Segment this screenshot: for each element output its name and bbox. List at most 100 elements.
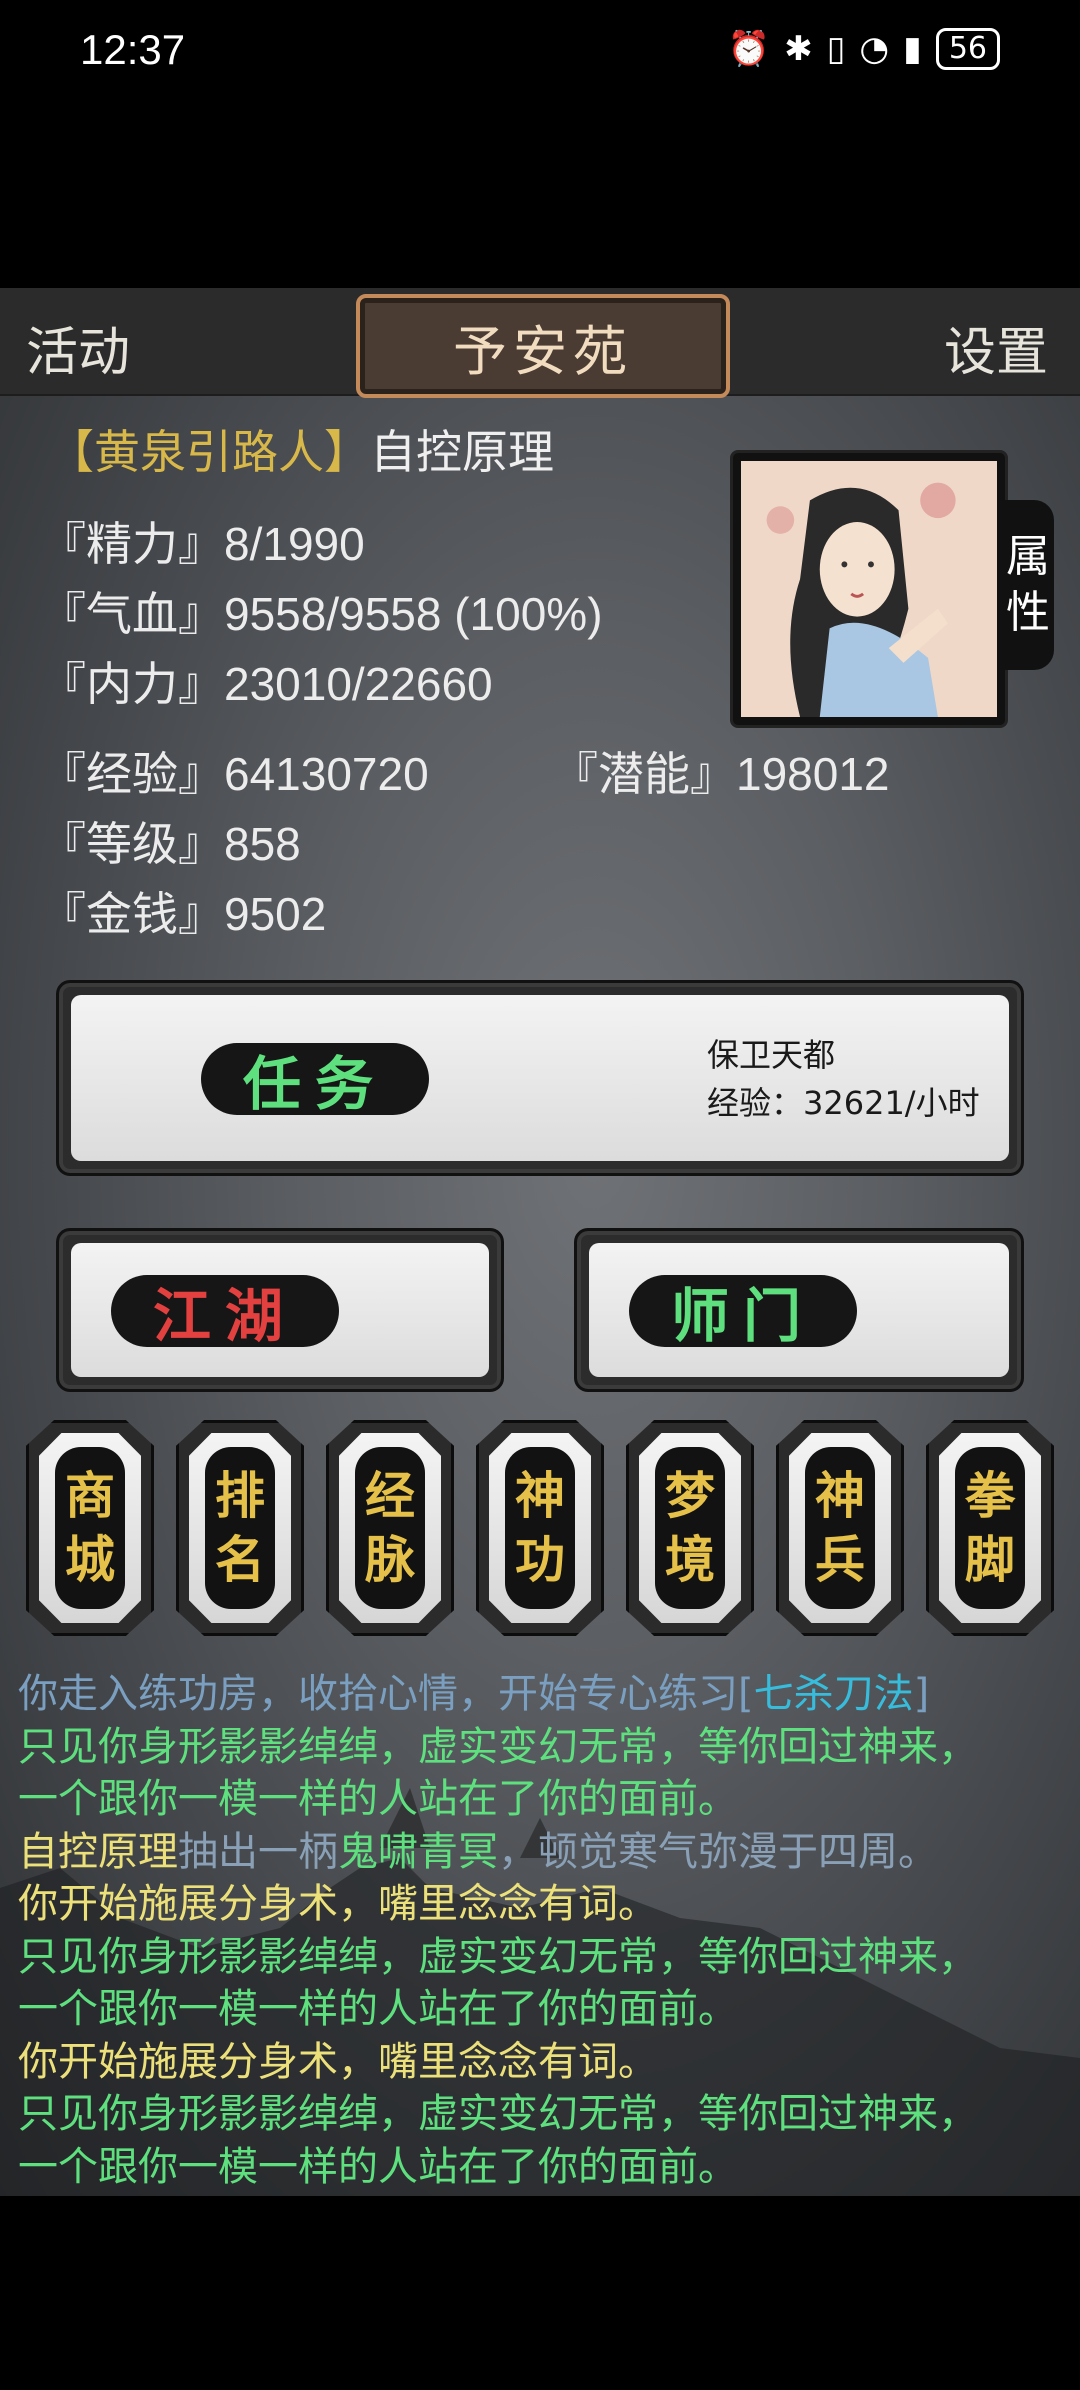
- top-bar: 活动 予安苑 设置: [0, 288, 1080, 398]
- stat-neili: 『内力』23010/22660: [40, 648, 493, 714]
- log-line: 一个跟你一模一样的人站在了你的面前。: [18, 1986, 738, 2032]
- token-char: 商: [65, 1466, 115, 1525]
- token-label: 经脉: [355, 1447, 425, 1609]
- battery-icon: 56: [935, 28, 1000, 70]
- token-fist-button[interactable]: 拳脚: [926, 1420, 1054, 1636]
- stat-label: 『金钱』: [40, 887, 224, 941]
- log-line: 一个跟你一模一样的人站在了你的面前。: [18, 2143, 738, 2190]
- log-line: 只见你身形影影绰绰，虚实变幻无常，等你回过神来，: [18, 1723, 978, 1770]
- token-label: 梦境: [655, 1447, 725, 1609]
- shimen-button[interactable]: 师门: [574, 1228, 1024, 1392]
- token-char: 兵: [815, 1530, 865, 1589]
- wifi-icon: ◔: [859, 29, 890, 69]
- log-player-name: 自控原理: [18, 1828, 178, 1875]
- token-char: 脚: [965, 1530, 1015, 1589]
- shimen-label: 师门: [629, 1275, 857, 1350]
- bluetooth-icon: ✱: [784, 29, 813, 69]
- token-char: 脉: [365, 1530, 415, 1589]
- log-line: 你走入练功房，收拾心情，开始专心练习[七杀刀法]: [18, 1668, 1068, 1721]
- stat-qianneng: 『潜能』198012: [552, 738, 890, 804]
- stat-value: 858: [224, 818, 301, 870]
- title-plate: 予安苑: [356, 294, 730, 398]
- jianghu-button[interactable]: 江湖: [56, 1228, 504, 1392]
- game-screen: 活动 予安苑 设置 【黄泉引路人】自控原理 『精力』8/1990 『气血』955…: [0, 288, 1080, 2196]
- stat-jingyan: 『经验』64130720: [40, 738, 429, 804]
- activity-button[interactable]: 活动: [26, 310, 130, 385]
- token-shop-button[interactable]: 商城: [26, 1420, 154, 1636]
- token-label: 排名: [205, 1447, 275, 1609]
- task-button[interactable]: 任务 保卫天都 经验：32621/小时: [56, 980, 1024, 1176]
- stat-label: 『内力』: [40, 657, 224, 711]
- stat-label: 『气血』: [40, 587, 224, 641]
- token-char: 梦: [665, 1466, 715, 1525]
- stat-qixue: 『气血』9558/9558 (100%): [40, 578, 603, 644]
- task-label: 任务: [201, 1043, 429, 1118]
- token-char: 城: [65, 1530, 115, 1589]
- character-title-tag: 【黄泉引路人】: [48, 425, 370, 479]
- task-exp-rate: 经验：32621/小时: [707, 1084, 980, 1122]
- log-line: 只见你身形影影绰绰，虚实变幻无常，等你回过神来，: [18, 2091, 978, 2137]
- stat-label: 『经验』: [40, 747, 224, 801]
- log-text: ，顿觉寒气弥漫于四周。: [498, 1828, 938, 1875]
- token-char: 名: [215, 1530, 265, 1589]
- log-line: 你开始施展分身术，嘴里念念有词。: [18, 2038, 658, 2085]
- page-title: 予安苑: [453, 319, 633, 383]
- alarm-icon: ⏰: [727, 29, 771, 69]
- stat-value: 8/1990: [224, 518, 365, 570]
- settings-button[interactable]: 设置: [944, 310, 1048, 385]
- token-char: 排: [215, 1466, 265, 1525]
- task-info: 保卫天都 经验：32621/小时: [707, 1031, 980, 1127]
- stat-label: 『精力』: [40, 517, 224, 571]
- token-char: 经: [365, 1466, 415, 1525]
- log-weapon-name: 鬼啸青冥: [338, 1828, 498, 1875]
- token-dreamland-button[interactable]: 梦境: [626, 1420, 754, 1636]
- log-text: 你走入练功房，收拾心情，开始专心练习[: [18, 1671, 754, 1717]
- stat-label: 『潜能』: [552, 747, 736, 801]
- log-line: 一个跟你一模一样的人站在了你的面前。: [18, 1776, 738, 1822]
- attributes-tab-char: 性: [1006, 587, 1050, 638]
- portrait-illustration: [741, 461, 997, 717]
- signal-icon: ▮: [903, 29, 922, 69]
- stat-value: 9502: [224, 888, 327, 940]
- log-text: ]: [913, 1671, 930, 1717]
- token-char: 神: [515, 1466, 565, 1525]
- token-char: 功: [515, 1530, 565, 1589]
- token-label: 神兵: [805, 1447, 875, 1609]
- token-label: 拳脚: [955, 1447, 1025, 1609]
- stat-jinqian: 『金钱』9502: [40, 878, 326, 944]
- log-skill-name: 七杀刀法: [753, 1671, 914, 1717]
- log-line: 自控原理抽出一柄鬼啸青冥，顿觉寒气弥漫于四周。: [18, 1826, 1068, 1879]
- token-char: 拳: [965, 1466, 1015, 1525]
- character-name-line: 【黄泉引路人】自控原理: [48, 416, 554, 482]
- status-bar: 12:37 ⏰ ✱ ▯ ◔ ▮ 56: [0, 0, 1080, 110]
- stat-dengji: 『等级』858: [40, 808, 301, 874]
- stat-label: 『等级』: [40, 817, 224, 871]
- token-label: 神功: [505, 1447, 575, 1609]
- status-time: 12:37: [80, 26, 186, 73]
- token-meridians-button[interactable]: 经脉: [326, 1420, 454, 1636]
- token-char: 神: [815, 1466, 865, 1525]
- jianghu-label: 江湖: [111, 1275, 339, 1350]
- status-icons: ⏰ ✱ ▯ ◔ ▮ 56: [728, 28, 1000, 70]
- token-divine-weapon-button[interactable]: 神兵: [776, 1420, 904, 1636]
- attributes-tab[interactable]: 属 性: [1002, 500, 1054, 670]
- task-name: 保卫天都: [707, 1036, 836, 1074]
- stat-value: 64130720: [224, 748, 429, 800]
- message-log: 你走入练功房，收拾心情，开始专心练习[七杀刀法] 只见你身形影影绰绰，虚实变幻无…: [18, 1668, 1068, 2193]
- character-name: 自控原理: [370, 425, 554, 479]
- log-text: 抽出一柄: [178, 1828, 338, 1875]
- log-line: 你开始施展分身术，嘴里念念有词。: [18, 1881, 658, 1927]
- token-ranking-button[interactable]: 排名: [176, 1420, 304, 1636]
- log-line: 只见你身形影影绰绰，虚实变幻无常，等你回过神来，: [18, 1933, 978, 1980]
- stat-value: 198012: [736, 748, 890, 800]
- character-portrait[interactable]: [730, 450, 1008, 728]
- token-char: 境: [665, 1530, 715, 1589]
- token-divine-skill-button[interactable]: 神功: [476, 1420, 604, 1636]
- attributes-tab-char: 属: [1006, 531, 1050, 582]
- vibrate-icon: ▯: [826, 29, 846, 69]
- stat-value: 9558/9558 (100%): [224, 588, 603, 640]
- portrait-image: [741, 461, 997, 717]
- token-label: 商城: [55, 1447, 125, 1609]
- stat-value: 23010/22660: [224, 658, 493, 710]
- stat-jingli: 『精力』8/1990: [40, 508, 365, 574]
